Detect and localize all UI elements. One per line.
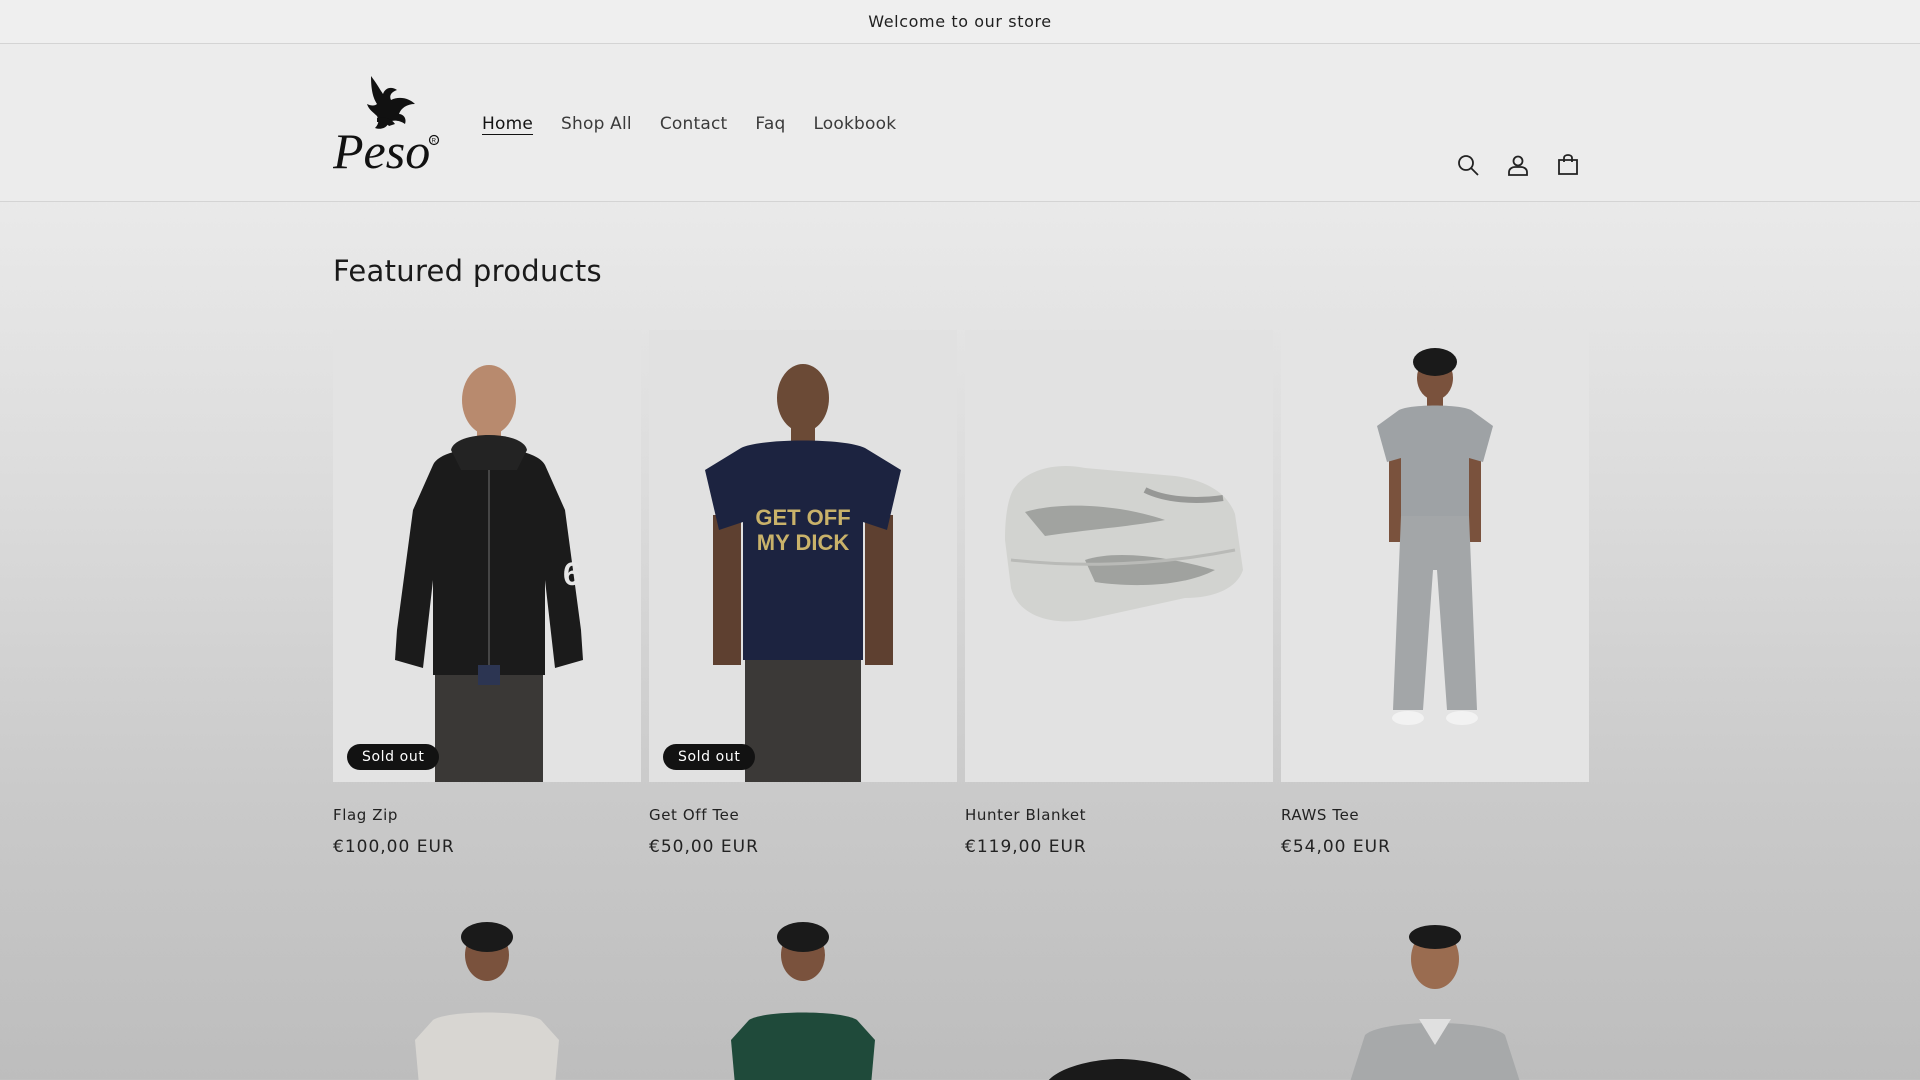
site-header: Peso R Home Shop All Contact Faq Lookboo…: [0, 44, 1920, 202]
product-price: €50,00 EUR: [649, 837, 759, 857]
nav-shop-all[interactable]: Shop All: [561, 114, 632, 134]
product-title[interactable]: RAWS Tee: [1281, 806, 1589, 824]
product-card[interactable]: GET OFF MY DICK Sold out Get Off Tee €50…: [649, 330, 957, 857]
sold-out-badge: Sold out: [347, 744, 440, 770]
product-image[interactable]: [649, 915, 957, 1080]
nav-faq[interactable]: Faq: [755, 114, 785, 134]
announcement-bar: Welcome to our store: [0, 0, 1920, 44]
main-nav: Home Shop All Contact Faq Lookbook: [482, 114, 924, 134]
search-icon[interactable]: [1452, 149, 1484, 181]
product-title[interactable]: Flag Zip: [333, 806, 641, 824]
product-image[interactable]: [333, 915, 641, 1080]
brand-logo[interactable]: Peso R: [333, 74, 441, 172]
product-image[interactable]: GET OFF MY DICK Sold out: [649, 330, 957, 782]
product-image[interactable]: [1281, 330, 1589, 782]
cart-icon[interactable]: [1552, 149, 1584, 181]
product-image[interactable]: [965, 330, 1273, 782]
product-price: €100,00 EUR: [333, 837, 455, 857]
svg-text:6: 6: [563, 556, 581, 592]
svg-text:Peso: Peso: [333, 123, 430, 172]
product-image[interactable]: 6 Sold out: [333, 330, 641, 782]
featured-title: Featured products: [333, 254, 602, 288]
tee-graphic-text-1: GET OFF: [755, 505, 850, 530]
nav-home[interactable]: Home: [482, 114, 533, 134]
product-card[interactable]: RAWS Tee €54,00 EUR: [1281, 330, 1589, 857]
tee-graphic-text-2: MY DICK: [757, 530, 850, 555]
product-card[interactable]: 6 Sold out Flag Zip €100,00 EUR: [333, 330, 641, 857]
sold-out-badge: Sold out: [663, 744, 756, 770]
nav-lookbook[interactable]: Lookbook: [813, 114, 896, 134]
product-image[interactable]: [1281, 915, 1589, 1080]
product-image[interactable]: [965, 915, 1273, 1080]
product-price: €119,00 EUR: [965, 837, 1087, 857]
header-actions: [1452, 149, 1602, 181]
product-grid-row-2: [333, 915, 1587, 1080]
product-card[interactable]: Hunter Blanket €119,00 EUR: [965, 330, 1273, 857]
account-icon[interactable]: [1502, 149, 1534, 181]
announcement-text: Welcome to our store: [868, 12, 1052, 31]
svg-text:R: R: [432, 138, 437, 144]
nav-contact[interactable]: Contact: [660, 114, 728, 134]
product-title[interactable]: Get Off Tee: [649, 806, 957, 824]
product-price: €54,00 EUR: [1281, 837, 1391, 857]
product-title[interactable]: Hunter Blanket: [965, 806, 1273, 824]
